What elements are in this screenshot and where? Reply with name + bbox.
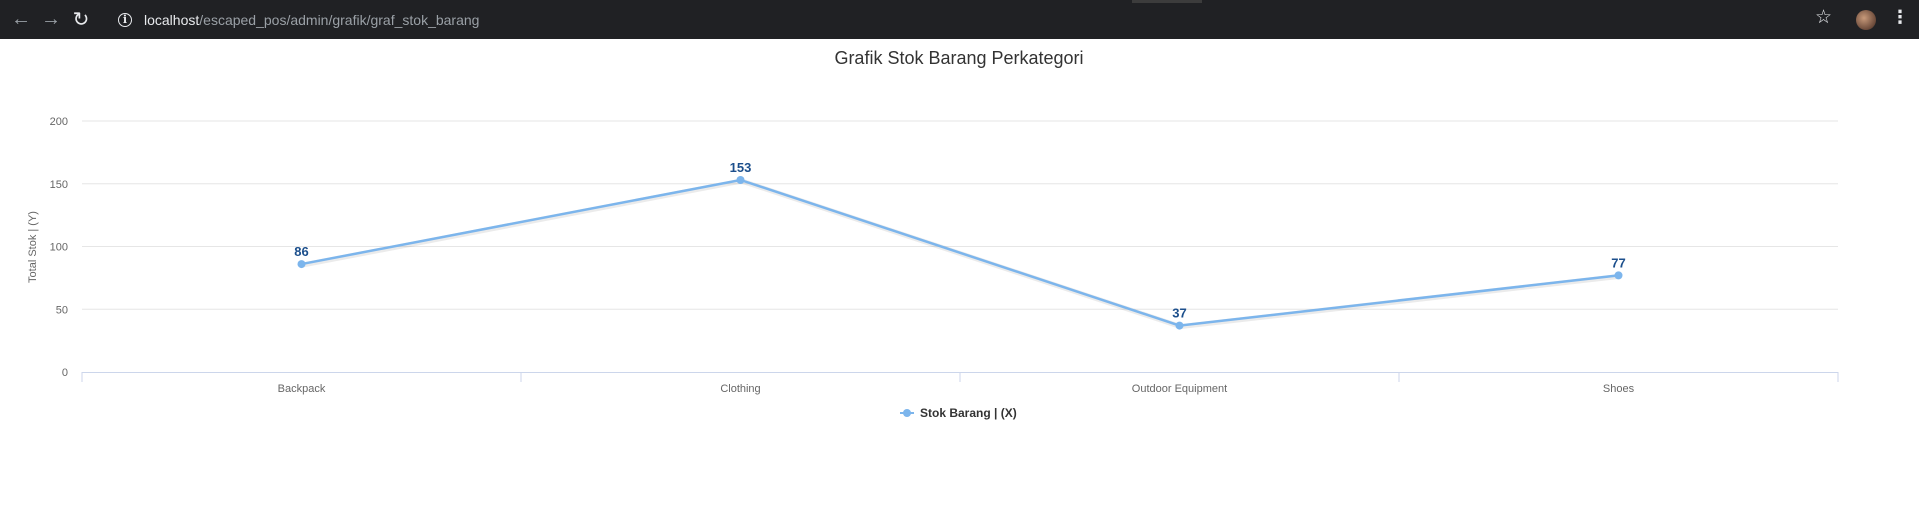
x-tick-label: Backpack [278,383,326,395]
data-label: 77 [1611,255,1625,270]
x-axis-ticks: Backpack Clothing Outdoor Equipment Shoes [278,383,1635,395]
y-tick-label: 0 [62,367,68,379]
series-line [301,178,1619,327]
y-tick-label: 150 [50,179,68,191]
chart-title: Grafik Stok Barang Perkategori [834,48,1083,68]
legend-symbol-marker [903,409,911,417]
browser-toolbar: ← → ↻ i localhost/escaped_pos/admin/graf… [0,0,1919,39]
data-point [1614,271,1623,280]
address-bar[interactable]: i localhost/escaped_pos/admin/grafik/gra… [108,4,1836,35]
data-point [297,260,306,269]
tab-strip-edge [1132,0,1202,3]
url-text[interactable]: localhost/escaped_pos/admin/grafik/graf_… [144,12,479,28]
arrow-left-icon[interactable]: ← [6,5,36,35]
legend-item-label: Stok Barang | (X) [920,406,1017,420]
y-axis-title: Total Stok | (Y) [27,211,39,283]
y-tick-label: 50 [56,304,68,316]
line-chart: Grafik Stok Barang Perkategori 0 50 100 150… [27,48,1839,420]
data-label: 86 [294,244,308,259]
x-tick-label: Outdoor Equipment [1132,383,1227,395]
kebab-menu-icon[interactable]: ⋮ [1891,7,1909,28]
y-axis-ticks: 0 50 100 150 200 [50,116,68,379]
legend[interactable]: Stok Barang | (X) [900,406,1017,420]
info-icon[interactable]: i [118,12,132,27]
x-tick-label: Shoes [1603,383,1635,395]
x-axis [81,372,1839,382]
avatar[interactable] [1856,10,1876,30]
series-stok-barang[interactable] [297,175,1623,330]
y-tick-label: 100 [50,242,68,254]
data-label: 37 [1172,306,1186,321]
url-path: /escaped_pos/admin/grafik/graf_stok_bara… [199,11,480,28]
y-tick-label: 200 [50,116,68,128]
data-point [736,175,745,184]
data-point [1175,321,1184,330]
star-icon[interactable]: ☆ [1815,6,1832,29]
url-host: localhost [144,11,200,28]
x-tick-label: Clothing [720,383,760,395]
arrow-right-icon[interactable]: → [36,5,66,35]
reload-icon[interactable]: ↻ [66,5,96,35]
data-label: 153 [730,160,752,175]
